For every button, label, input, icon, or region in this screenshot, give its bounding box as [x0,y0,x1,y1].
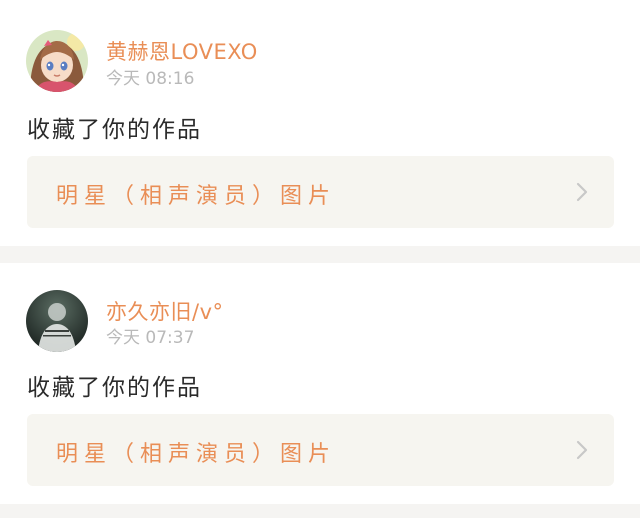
feed-item: 黄赫恩LOVEXO 今天 08:16 收藏了你的作品 明星（相声演员）图片 [0,0,640,246]
username[interactable]: 黄赫恩LOVEXO [106,36,258,66]
work-link[interactable]: 明星（相声演员）图片 [27,156,614,228]
anime-girl-avatar-icon [26,30,88,92]
activity-text: 收藏了你的作品 [27,375,202,401]
timestamp: 今天 08:16 [106,69,195,89]
work-title: 明星（相声演员）图片 [56,442,337,467]
timestamp: 今天 07:37 [106,328,195,348]
chevron-right-icon [576,440,588,460]
username[interactable]: 亦久亦旧/v° [106,296,224,326]
work-title: 明星（相声演员）图片 [56,184,337,209]
chevron-right-icon [576,182,588,202]
dark-photo-avatar-icon [26,290,88,352]
avatar[interactable] [26,290,88,352]
avatar[interactable] [26,30,88,92]
feed-item: 亦久亦旧/v° 今天 07:37 收藏了你的作品 明星（相声演员）图片 [0,263,640,504]
activity-text: 收藏了你的作品 [27,117,202,143]
work-link[interactable]: 明星（相声演员）图片 [27,414,614,486]
